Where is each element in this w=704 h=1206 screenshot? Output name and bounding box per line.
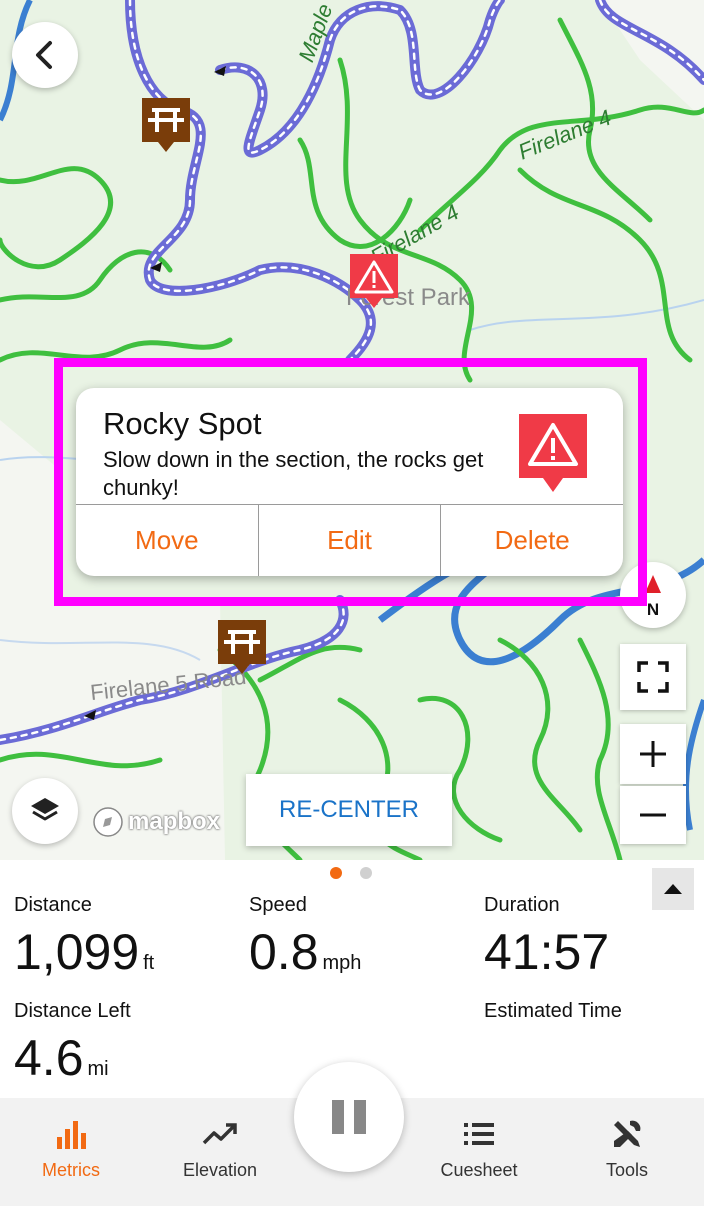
tab-label: Cuesheet [440, 1160, 518, 1180]
metric-label: Duration [484, 894, 560, 916]
plus-icon [640, 741, 666, 767]
tab-label: Tools [605, 1160, 649, 1180]
minus-icon [640, 813, 666, 817]
metric-value: 4.6 [14, 1030, 84, 1086]
hazard-warning-icon [350, 254, 398, 308]
move-button[interactable]: Move [76, 505, 259, 576]
fullscreen-button[interactable] [620, 644, 686, 710]
metric-value: 1,099 [14, 924, 140, 980]
metric-label: Distance Left [14, 1000, 131, 1022]
delete-button[interactable]: Delete [441, 505, 623, 576]
metric-unit: ft [143, 952, 155, 974]
popup-description: Slow down in the section, the rocks get … [103, 447, 484, 500]
tools-icon [614, 1120, 641, 1147]
popup-hazard-badge [519, 414, 587, 499]
trend-up-icon [202, 1123, 237, 1145]
metric-label: Distance [14, 894, 92, 916]
popup-title: Rocky Spot [103, 406, 262, 441]
metric-unit: mi [87, 1058, 109, 1080]
mapbox-attribution[interactable]: mapbox [92, 806, 220, 838]
page-dot-2[interactable] [360, 867, 372, 879]
page-dot-1[interactable] [330, 867, 342, 879]
metric-distance-left: Distance Left 4.6 mi [14, 1000, 131, 1087]
picnic-poi-marker[interactable] [216, 618, 268, 678]
tab-metrics[interactable]: Metrics [1, 1098, 141, 1206]
picnic-table-icon [218, 620, 266, 674]
metric-duration: Duration 41:57 [484, 894, 609, 981]
mapbox-logo-icon [93, 807, 123, 837]
caret-up-icon [664, 884, 682, 894]
metric-unit: mph [322, 952, 362, 974]
metric-estimated-time: Estimated Time [484, 1000, 622, 1029]
metric-label: Speed [249, 894, 307, 916]
tab-cuesheet[interactable]: Cuesheet [409, 1098, 549, 1206]
bar-chart-icon [57, 1121, 86, 1149]
metric-label: Estimated Time [484, 1000, 622, 1022]
back-button[interactable] [12, 22, 78, 88]
expand-metrics-button[interactable] [652, 868, 694, 910]
hazard-warning-icon [519, 414, 587, 492]
picnic-table-icon [142, 98, 190, 152]
pause-button[interactable] [294, 1062, 404, 1172]
page-indicator[interactable] [330, 867, 372, 879]
tab-label: Metrics [42, 1160, 100, 1180]
tab-elevation[interactable]: Elevation [150, 1098, 290, 1206]
fullscreen-icon [637, 661, 669, 693]
recenter-button[interactable]: RE-CENTER [246, 774, 452, 846]
hazard-poi-marker[interactable] [348, 252, 400, 312]
layers-icon [31, 798, 59, 821]
picnic-poi-marker[interactable] [140, 96, 192, 156]
zoom-out-button[interactable] [620, 786, 686, 844]
layers-button[interactable] [12, 778, 78, 844]
pause-icon [354, 1100, 366, 1134]
edit-button[interactable]: Edit [259, 505, 442, 576]
metric-value: 41:57 [484, 924, 610, 980]
chevron-left-icon [36, 41, 52, 69]
list-icon [464, 1123, 494, 1145]
metric-speed: Speed 0.8 mph [249, 894, 361, 981]
popup-actions: Move Edit Delete [76, 504, 623, 576]
mapbox-wordmark: mapbox [128, 808, 221, 835]
pause-icon [332, 1100, 344, 1134]
metric-value: 0.8 [249, 924, 319, 980]
compass-label: N [647, 600, 659, 617]
poi-popup: Rocky Spot Slow down in the section, the… [76, 388, 623, 576]
tab-label: Elevation [182, 1160, 258, 1180]
zoom-in-button[interactable] [620, 724, 686, 784]
tab-tools[interactable]: Tools [557, 1098, 697, 1206]
metric-distance: Distance 1,099 ft [14, 894, 154, 981]
